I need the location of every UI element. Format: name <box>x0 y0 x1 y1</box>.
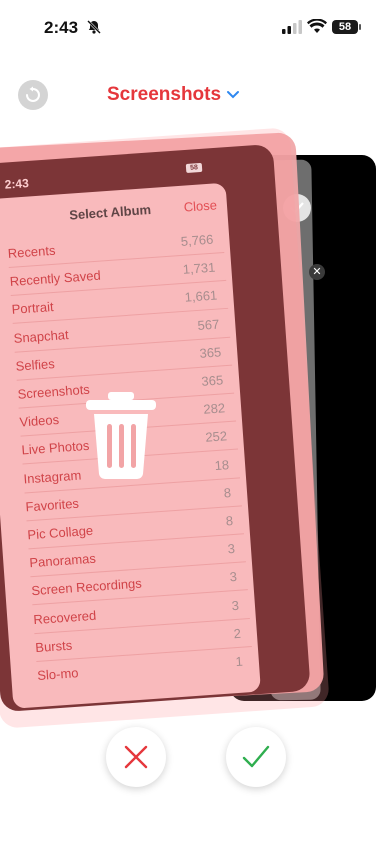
delete-button[interactable] <box>106 727 166 787</box>
checkmark-icon <box>242 745 270 768</box>
x-icon <box>124 745 148 769</box>
trash-icon <box>86 392 156 480</box>
close-small-icon: ✕ <box>309 264 325 280</box>
photo-card-stack[interactable]: ✕ 2:43 58 Select Album Close Recents 5,76… <box>0 0 392 850</box>
keep-button[interactable] <box>226 727 286 787</box>
delete-tint-overlay <box>0 127 330 729</box>
